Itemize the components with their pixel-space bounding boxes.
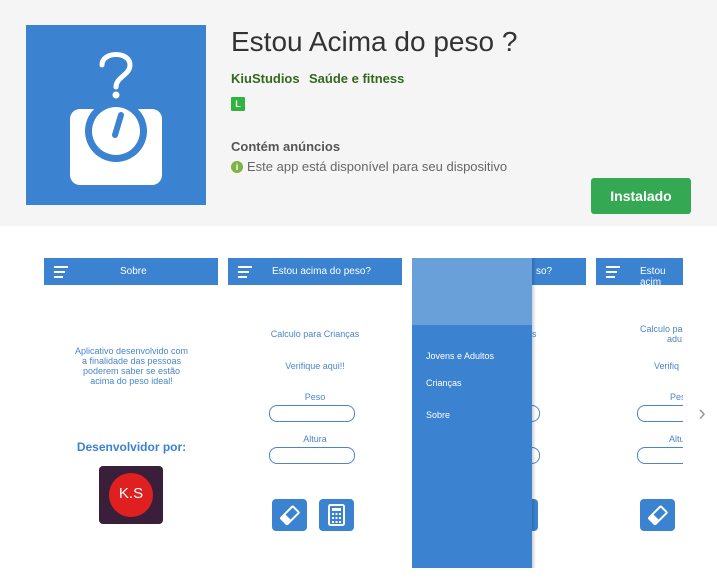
- about-line-1: Aplicativo desenvolvido com: [74, 346, 189, 356]
- availability-notice: i Este app está disponível para seu disp…: [231, 159, 507, 174]
- screenshot-2[interactable]: Estou acima do peso? Calculo para Crianç…: [228, 258, 402, 568]
- eraser-icon: [280, 505, 300, 526]
- menu-icon: [238, 266, 252, 281]
- height-label-partial: Altu: [669, 434, 683, 444]
- ads-notice: Contém anúncios: [231, 139, 341, 154]
- check-here-partial: Verifiq: [654, 361, 680, 371]
- calculator-icon: [328, 504, 345, 526]
- screenshot-1[interactable]: Sobre Aplicativo desenvolvido com a fina…: [44, 258, 218, 568]
- about-line-2: a finalidade das pessoas: [81, 356, 182, 366]
- screenshot-bar-title: Estou acim: [640, 266, 666, 288]
- calculate-button[interactable]: [319, 499, 354, 531]
- screenshot-app-bar: Estou acima do peso?: [228, 258, 402, 285]
- ks-logo-text: K.S: [118, 485, 144, 502]
- height-field[interactable]: [269, 447, 355, 464]
- availability-text: Este app está disponível para seu dispos…: [247, 159, 508, 174]
- about-line-3: poderem saber se estão: [82, 366, 181, 376]
- screenshot-app-bar: Estou acim: [596, 258, 683, 288]
- screenshot-bar-title: Sobre: [120, 266, 147, 277]
- about-line-4: acima do peso ideal!: [90, 376, 173, 386]
- screenshot-4[interactable]: Estou acim Calculo pa adu Verifiq Pes Al…: [596, 258, 683, 568]
- navigation-drawer: Jovens e Adultos Crianças Sobre: [412, 258, 532, 568]
- calc-children-label: Calculo para Crianças: [270, 329, 360, 339]
- screenshot-app-bar: Sobre: [44, 258, 218, 285]
- clear-button[interactable]: [640, 499, 675, 531]
- height-field[interactable]: [637, 447, 683, 464]
- weight-label: Peso: [304, 392, 326, 402]
- app-icon: [26, 25, 206, 205]
- clear-button[interactable]: [272, 499, 307, 531]
- weight-field[interactable]: [637, 405, 683, 422]
- content-rating-badge: L: [231, 97, 245, 111]
- menu-icon: [54, 266, 68, 281]
- drawer-item-jovens-adultos[interactable]: Jovens e Adultos: [426, 351, 494, 361]
- menu-icon: [606, 266, 620, 281]
- drawer-item-sobre[interactable]: Sobre: [426, 410, 450, 420]
- scale-question-icon: [70, 52, 162, 185]
- screenshot-bar-title-partial: so?: [536, 266, 553, 277]
- check-here-label: Verifique aqui!!: [285, 361, 345, 371]
- drawer-item-criancas[interactable]: Crianças: [426, 378, 462, 388]
- weight-label-partial: Pes: [670, 392, 683, 402]
- developer-link[interactable]: KiuStudios: [231, 71, 300, 86]
- eraser-icon: [648, 505, 668, 526]
- weight-field[interactable]: [269, 405, 355, 422]
- calc-label-partial-2: adu: [667, 334, 683, 344]
- calc-label-partial: Calculo pa: [640, 324, 683, 334]
- chevron-right-icon[interactable]: ›: [693, 400, 711, 426]
- developer-heading: Desenvolvidor por:: [76, 440, 187, 454]
- height-label: Altura: [303, 434, 327, 444]
- ks-logo: K.S: [99, 466, 163, 524]
- category-link[interactable]: Saúde e fitness: [309, 71, 404, 86]
- drawer-shadow: [532, 258, 536, 568]
- info-icon: i: [231, 160, 243, 173]
- install-button[interactable]: Instalado: [591, 178, 691, 214]
- app-title: Estou Acima do peso ?: [231, 26, 518, 57]
- drawer-header: [412, 258, 532, 325]
- screenshot-bar-title: Estou acima do peso?: [272, 266, 371, 277]
